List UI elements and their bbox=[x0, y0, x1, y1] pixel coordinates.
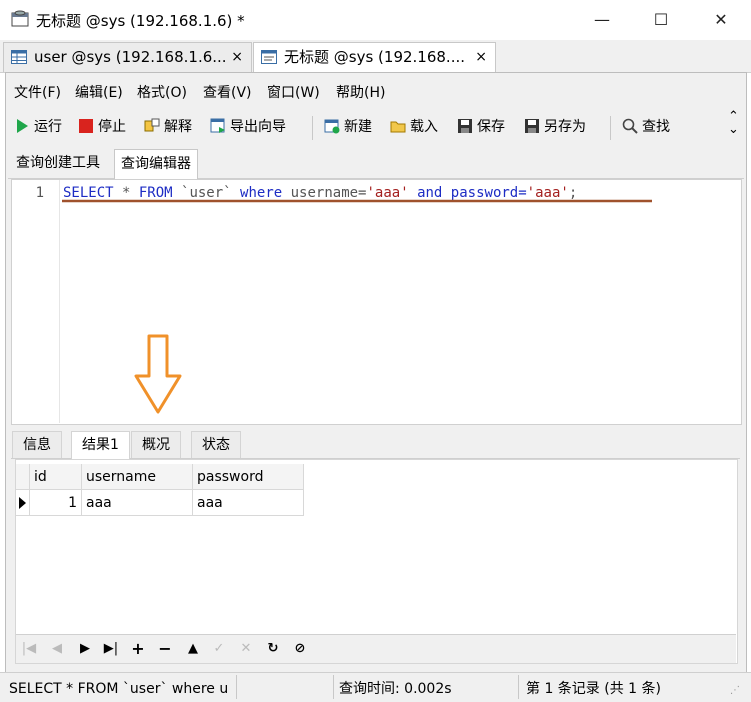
save-button[interactable]: 保存 bbox=[457, 117, 505, 137]
status-separator bbox=[518, 675, 519, 699]
tab-untitled-query[interactable]: 无标题 @sys (192.168.... × bbox=[253, 42, 496, 73]
app-icon bbox=[11, 10, 29, 27]
cancel-edit-icon[interactable]: ✕ bbox=[237, 641, 255, 657]
result-tabs: 信息 结果1 概况 状态 bbox=[11, 428, 740, 459]
maximize-button[interactable]: ☐ bbox=[641, 6, 681, 34]
editor-sub-tabs: 查询创建工具 查询编辑器 bbox=[8, 146, 744, 179]
menu-help[interactable]: 帮助(H) bbox=[336, 82, 385, 102]
export-label: 导出向导 bbox=[230, 119, 286, 135]
column-header-password[interactable]: password bbox=[193, 464, 304, 490]
stop-label: 停止 bbox=[98, 119, 126, 135]
save-as-button[interactable]: 另存为 bbox=[524, 117, 586, 137]
export-wizard-button[interactable]: 导出向导 bbox=[210, 117, 286, 137]
row-indicator[interactable] bbox=[16, 490, 30, 516]
status-separator bbox=[333, 675, 334, 699]
toolbar-overflow-icon[interactable]: ⌃ ⌄ bbox=[728, 110, 739, 136]
load-button[interactable]: 载入 bbox=[390, 117, 438, 137]
status-separator bbox=[236, 675, 237, 699]
new-label: 新建 bbox=[344, 119, 372, 135]
new-button[interactable]: 新建 bbox=[324, 117, 372, 137]
close-window-button[interactable]: ✕ bbox=[701, 6, 741, 34]
status-query-time: 查询时间: 0.002s bbox=[339, 681, 452, 697]
annotation-underline bbox=[62, 199, 652, 203]
refresh-icon[interactable]: ↻ bbox=[264, 641, 282, 657]
confirm-edit-icon[interactable]: ✓ bbox=[210, 641, 228, 657]
status-bar: SELECT * FROM `user` where u 查询时间: 0.002… bbox=[0, 672, 751, 702]
tab-query-editor[interactable]: 查询编辑器 bbox=[114, 149, 198, 179]
menu-format[interactable]: 格式(O) bbox=[137, 82, 187, 102]
menu-view[interactable]: 查看(V) bbox=[203, 82, 252, 102]
run-label: 运行 bbox=[34, 119, 62, 135]
delete-record-icon[interactable]: − bbox=[156, 641, 174, 657]
title-bar: 无标题 @sys (192.168.1.6) * — ☐ ✕ bbox=[0, 0, 751, 40]
apply-changes-icon[interactable]: ▲ bbox=[184, 641, 202, 657]
current-row-arrow-icon bbox=[19, 497, 26, 509]
toolbar-separator bbox=[312, 116, 313, 140]
table-cell-username[interactable]: aaa bbox=[82, 490, 193, 516]
tab-query-builder[interactable]: 查询创建工具 bbox=[10, 149, 106, 177]
menu-file[interactable]: 文件(F) bbox=[14, 82, 61, 102]
explain-icon bbox=[144, 118, 160, 132]
stop-button[interactable]: 停止 bbox=[78, 117, 126, 137]
column-header-id[interactable]: id bbox=[30, 464, 82, 490]
add-record-icon[interactable]: + bbox=[129, 641, 147, 657]
menu-bar: 文件(F) 编辑(E) 格式(O) 查看(V) 窗口(W) 帮助(H) bbox=[6, 74, 744, 108]
toolbar-separator bbox=[610, 116, 611, 140]
tab-user-table[interactable]: user @sys (192.168.1.6... × bbox=[3, 42, 252, 72]
tab-profile[interactable]: 概况 bbox=[131, 431, 181, 458]
stop-icon bbox=[79, 119, 93, 133]
menu-window[interactable]: 窗口(W) bbox=[267, 82, 320, 102]
play-icon bbox=[17, 119, 28, 133]
line-number-gutter bbox=[12, 180, 60, 423]
find-button[interactable]: 查找 bbox=[622, 117, 670, 137]
table-cell-password[interactable]: aaa bbox=[193, 490, 304, 516]
stop-fetch-icon[interactable]: ⊘ bbox=[291, 641, 309, 657]
annotation-down-arrow bbox=[134, 334, 182, 414]
floppy-disk-icon bbox=[458, 119, 472, 133]
status-query-text: SELECT * FROM `user` where u bbox=[9, 681, 229, 697]
tab-status[interactable]: 状态 bbox=[191, 431, 241, 458]
explain-button[interactable]: 解释 bbox=[144, 117, 192, 137]
load-label: 载入 bbox=[410, 119, 438, 135]
toolbar: 运行 停止 解释 导出向导 新建 载入 保存 另存为 查找 ⌃ ⌄ bbox=[6, 108, 744, 146]
line-number: 1 bbox=[35, 185, 44, 201]
resize-grip-icon[interactable]: ⋰ bbox=[730, 685, 740, 696]
find-label: 查找 bbox=[642, 119, 670, 135]
new-query-icon bbox=[324, 119, 340, 134]
tab-label: user @sys (192.168.1.6... bbox=[34, 48, 227, 66]
status-record-count: 第 1 条记录 (共 1 条) bbox=[526, 681, 661, 697]
prev-record-icon[interactable]: ◀ bbox=[48, 641, 66, 657]
save-as-label: 另存为 bbox=[544, 119, 586, 135]
table-cell-id[interactable]: 1 bbox=[30, 490, 82, 516]
minimize-button[interactable]: — bbox=[582, 6, 622, 34]
column-header-username[interactable]: username bbox=[82, 464, 193, 490]
query-icon bbox=[261, 50, 277, 64]
save-as-icon bbox=[525, 119, 539, 133]
first-record-icon[interactable]: |◀ bbox=[20, 641, 38, 657]
tab-result-1[interactable]: 结果1 bbox=[71, 431, 130, 459]
menu-edit[interactable]: 编辑(E) bbox=[75, 82, 123, 102]
tab-info[interactable]: 信息 bbox=[12, 431, 62, 458]
export-icon bbox=[210, 118, 225, 133]
last-record-icon[interactable]: ▶| bbox=[102, 641, 120, 657]
sql-editor[interactable] bbox=[11, 179, 742, 425]
next-record-icon[interactable]: ▶ bbox=[76, 641, 94, 657]
document-tab-strip: user @sys (192.168.1.6... × 无标题 @sys (19… bbox=[0, 40, 751, 73]
tab-close-icon[interactable]: × bbox=[475, 43, 487, 72]
run-button[interactable]: 运行 bbox=[14, 117, 62, 137]
folder-icon bbox=[390, 121, 406, 133]
table-icon bbox=[11, 50, 27, 64]
save-label: 保存 bbox=[477, 119, 505, 135]
explain-label: 解释 bbox=[164, 119, 192, 135]
tab-close-icon[interactable]: × bbox=[231, 43, 243, 72]
record-navigation-bar: |◀ ◀ ▶ ▶| + − ▲ ✓ ✕ ↻ ⊘ bbox=[16, 634, 736, 663]
row-header-corner bbox=[16, 464, 30, 490]
search-icon bbox=[622, 118, 638, 134]
window-title: 无标题 @sys (192.168.1.6) * bbox=[36, 12, 245, 30]
tab-label: 无标题 @sys (192.168.... bbox=[284, 48, 465, 66]
